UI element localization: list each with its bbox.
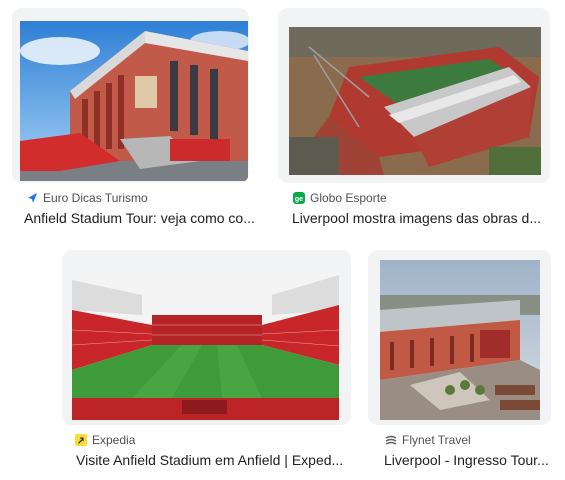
image-result-card[interactable]: Flynet Travel Liverpool - Ingresso Tour.… — [365, 245, 565, 480]
arrow-pointer-icon — [26, 192, 38, 204]
source-label[interactable]: Flynet Travel — [385, 433, 471, 447]
anfield-stand-exterior-image[interactable] — [20, 21, 248, 181]
source-label[interactable]: Expedia — [75, 433, 135, 447]
flynet-logo-icon — [385, 434, 397, 446]
source-name: Flynet Travel — [402, 433, 471, 447]
source-name: Globo Esporte — [310, 191, 387, 205]
image-result-card[interactable]: Expedia Visite Anfield Stadium em Anfiel… — [60, 245, 360, 480]
anfield-construction-aerial-image[interactable] — [289, 27, 541, 175]
source-label[interactable]: ge Globo Esporte — [293, 191, 387, 205]
result-title[interactable]: Liverpool mostra imagens das obras d... — [292, 209, 564, 227]
image-results-grid: Euro Dicas Turismo Anfield Stadium Tour:… — [0, 0, 565, 480]
thumbnail-frame — [12, 8, 249, 183]
result-title[interactable]: Visite Anfield Stadium em Anfield | Expe… — [76, 451, 356, 469]
result-title[interactable]: Liverpool - Ingresso Tour... — [384, 451, 562, 469]
anfield-pitch-interior-image[interactable] — [72, 270, 339, 420]
source-name: Expedia — [92, 433, 136, 447]
result-title[interactable]: Anfield Stadium Tour: veja como co... — [24, 209, 265, 227]
svg-text:ge: ge — [295, 196, 303, 203]
image-result-card[interactable]: Euro Dicas Turismo Anfield Stadium Tour:… — [0, 0, 265, 240]
thumbnail-frame — [368, 250, 551, 425]
expedia-logo-icon — [75, 434, 87, 446]
thumbnail-frame — [62, 250, 351, 425]
image-result-card[interactable]: ge Globo Esporte Liverpool mostra imagen… — [275, 0, 565, 240]
source-name: Euro Dicas Turismo — [43, 191, 148, 205]
source-label[interactable]: Euro Dicas Turismo — [26, 191, 148, 205]
ge-logo-icon: ge — [293, 192, 305, 204]
anfield-aerial-street-image[interactable] — [380, 260, 540, 420]
thumbnail-frame — [278, 8, 550, 183]
